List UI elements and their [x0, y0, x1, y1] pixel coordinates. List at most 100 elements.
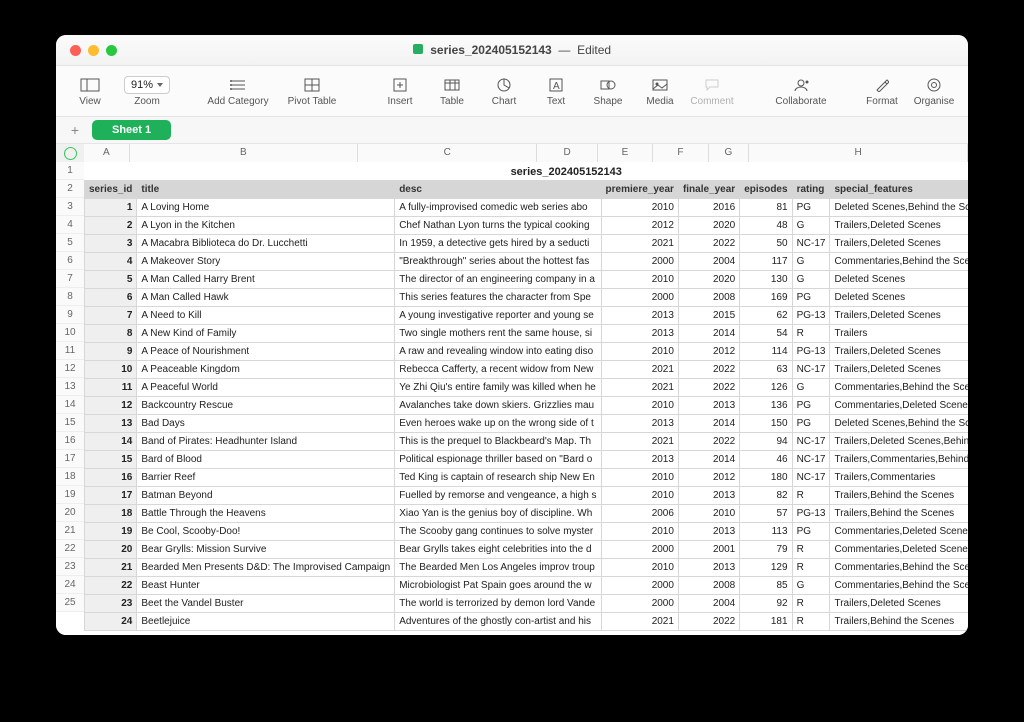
- col-header-D[interactable]: D: [537, 144, 597, 162]
- cell[interactable]: Deleted Scenes: [830, 289, 968, 307]
- row-header[interactable]: 11: [56, 342, 84, 360]
- cell[interactable]: 57: [740, 505, 792, 523]
- cell[interactable]: Microbiologist Pat Spain goes around the…: [395, 577, 601, 595]
- cell[interactable]: 126: [740, 379, 792, 397]
- cell[interactable]: Commentaries,Behind the Scenes: [830, 559, 968, 577]
- cell[interactable]: Ted King is captain of research ship New…: [395, 469, 601, 487]
- cell[interactable]: G: [792, 271, 830, 289]
- cell[interactable]: 2000: [601, 253, 678, 271]
- cell[interactable]: NC-17: [792, 451, 830, 469]
- cell[interactable]: A fully-improvised comedic web series ab…: [395, 199, 601, 217]
- col-header-C[interactable]: C: [358, 144, 537, 162]
- cell[interactable]: Deleted Scenes,Behind the Scenes: [830, 415, 968, 433]
- row-header[interactable]: 21: [56, 522, 84, 540]
- cell[interactable]: 2012: [678, 469, 739, 487]
- cell[interactable]: 24: [85, 613, 137, 631]
- cell[interactable]: 2013: [678, 559, 739, 577]
- cell[interactable]: Political espionage thriller based on "B…: [395, 451, 601, 469]
- cell[interactable]: 2022: [678, 235, 739, 253]
- cell[interactable]: 13: [85, 415, 137, 433]
- header-title[interactable]: title: [137, 181, 395, 199]
- cell[interactable]: 2022: [678, 433, 739, 451]
- cell[interactable]: Be Cool, Scooby-Doo!: [137, 523, 395, 541]
- cell[interactable]: 129: [740, 559, 792, 577]
- cell[interactable]: 92: [740, 595, 792, 613]
- table-row[interactable]: 15Bard of BloodPolitical espionage thril…: [85, 451, 969, 469]
- col-header-G[interactable]: G: [709, 144, 750, 162]
- cell[interactable]: G: [792, 379, 830, 397]
- row-header[interactable]: 15: [56, 414, 84, 432]
- table-row[interactable]: 11A Peaceful WorldYe Zhi Qiu's entire fa…: [85, 379, 969, 397]
- cell[interactable]: 63: [740, 361, 792, 379]
- cell[interactable]: Trailers,Deleted Scenes: [830, 307, 968, 325]
- cell[interactable]: Deleted Scenes,Behind the Scenes: [830, 199, 968, 217]
- cell[interactable]: 2010: [601, 271, 678, 289]
- cell[interactable]: Trailers,Deleted Scenes: [830, 235, 968, 253]
- cell[interactable]: 2014: [678, 451, 739, 469]
- cell[interactable]: 2008: [678, 577, 739, 595]
- col-header-F[interactable]: F: [653, 144, 708, 162]
- table-row[interactable]: 3A Macabra Biblioteca do Dr. LucchettiIn…: [85, 235, 969, 253]
- cell[interactable]: A Need to Kill: [137, 307, 395, 325]
- cell[interactable]: NC-17: [792, 361, 830, 379]
- cell[interactable]: PG: [792, 289, 830, 307]
- cell[interactable]: 10: [85, 361, 137, 379]
- cell[interactable]: R: [792, 325, 830, 343]
- table-row[interactable]: 10A Peaceable KingdomRebecca Cafferty, a…: [85, 361, 969, 379]
- cell[interactable]: Adventures of the ghostly con-artist and…: [395, 613, 601, 631]
- table-row[interactable]: 8A New Kind of FamilyTwo single mothers …: [85, 325, 969, 343]
- cell[interactable]: 62: [740, 307, 792, 325]
- tab-sheet1[interactable]: Sheet 1: [92, 120, 171, 140]
- table-button[interactable]: Table: [426, 69, 478, 113]
- row-header[interactable]: 4: [56, 216, 84, 234]
- cell[interactable]: 2021: [601, 613, 678, 631]
- cell[interactable]: 2010: [601, 199, 678, 217]
- cell[interactable]: 7: [85, 307, 137, 325]
- cell[interactable]: 8: [85, 325, 137, 343]
- table-row[interactable]: 5A Man Called Harry BrentThe director of…: [85, 271, 969, 289]
- cell[interactable]: 79: [740, 541, 792, 559]
- row-header[interactable]: 8: [56, 288, 84, 306]
- row-header[interactable]: 7: [56, 270, 84, 288]
- cell[interactable]: 169: [740, 289, 792, 307]
- cell[interactable]: 2004: [678, 595, 739, 613]
- cell[interactable]: NC-17: [792, 433, 830, 451]
- cell[interactable]: Beast Hunter: [137, 577, 395, 595]
- row-header[interactable]: 23: [56, 558, 84, 576]
- cell[interactable]: R: [792, 541, 830, 559]
- cell[interactable]: NC-17: [792, 235, 830, 253]
- zoom-select[interactable]: 91% Zoom: [116, 76, 178, 107]
- cell[interactable]: Trailers,Behind the Scenes: [830, 505, 968, 523]
- cell[interactable]: A Peace of Nourishment: [137, 343, 395, 361]
- table-row[interactable]: 7A Need to KillA young investigative rep…: [85, 307, 969, 325]
- cell[interactable]: 18: [85, 505, 137, 523]
- table-row[interactable]: 23Beet the Vandel BusterThe world is ter…: [85, 595, 969, 613]
- cell[interactable]: 113: [740, 523, 792, 541]
- cell[interactable]: A Lyon in the Kitchen: [137, 217, 395, 235]
- cell[interactable]: 2022: [678, 361, 739, 379]
- cell[interactable]: Band of Pirates: Headhunter Island: [137, 433, 395, 451]
- row-header[interactable]: 10: [56, 324, 84, 342]
- row-header[interactable]: 1: [56, 162, 84, 180]
- cell[interactable]: 2001: [678, 541, 739, 559]
- cell[interactable]: Avalanches take down skiers. Grizzlies m…: [395, 397, 601, 415]
- cell[interactable]: 5: [85, 271, 137, 289]
- row-header[interactable]: 14: [56, 396, 84, 414]
- cell[interactable]: 50: [740, 235, 792, 253]
- cell[interactable]: 2014: [678, 415, 739, 433]
- cell[interactable]: G: [792, 253, 830, 271]
- cell[interactable]: Commentaries,Deleted Scenes,Behind the S…: [830, 523, 968, 541]
- cell[interactable]: PG: [792, 199, 830, 217]
- cell[interactable]: 11: [85, 379, 137, 397]
- table-row[interactable]: 16Barrier ReefTed King is captain of res…: [85, 469, 969, 487]
- cell[interactable]: This series features the character from …: [395, 289, 601, 307]
- row-header[interactable]: 5: [56, 234, 84, 252]
- cell[interactable]: 2020: [678, 217, 739, 235]
- cell[interactable]: The Bearded Men Los Angeles improv troup: [395, 559, 601, 577]
- cell[interactable]: 2021: [601, 433, 678, 451]
- cell[interactable]: 2004: [678, 253, 739, 271]
- table-row[interactable]: 20Bear Grylls: Mission SurviveBear Gryll…: [85, 541, 969, 559]
- cell[interactable]: 4: [85, 253, 137, 271]
- cell[interactable]: 2013: [601, 415, 678, 433]
- row-header[interactable]: 12: [56, 360, 84, 378]
